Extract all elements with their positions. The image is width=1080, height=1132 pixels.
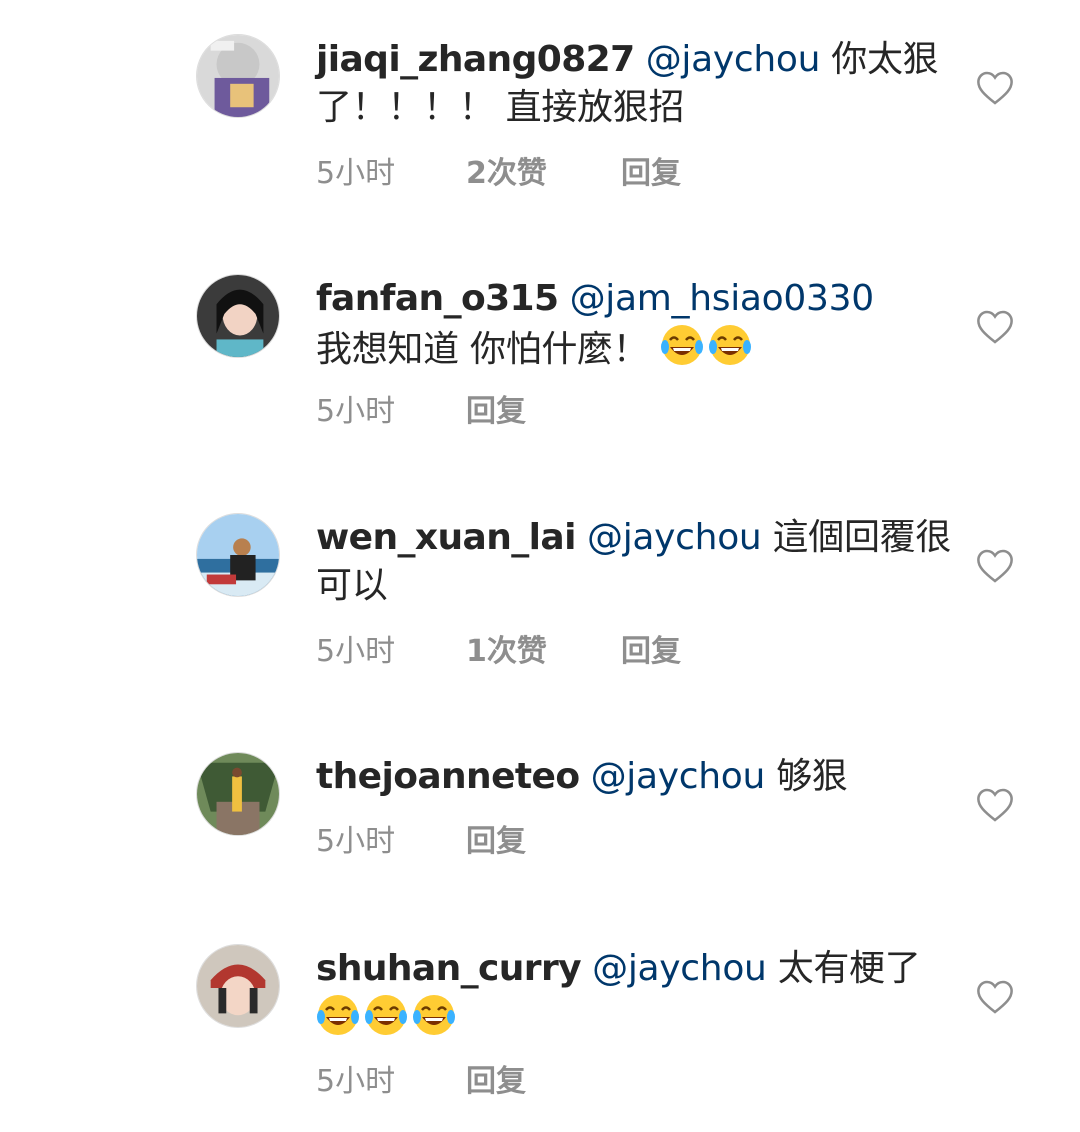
avatar[interactable] <box>196 944 280 1028</box>
avatar[interactable] <box>196 752 280 836</box>
comment-likes[interactable]: 2次赞 <box>466 154 621 194</box>
reply-button[interactable]: 回复 <box>466 1062 526 1102</box>
comment-meta: 5小时 回复 <box>316 392 526 432</box>
heart-outline-icon[interactable] <box>976 787 1014 823</box>
comment-body: thejoanneteo @jaychou 够狠 <box>316 753 956 801</box>
comment-body: jiaqi_zhang0827 @jaychou 你太狠了！！！！ 直接放狠招 <box>316 36 956 132</box>
heart-outline-icon[interactable] <box>976 548 1014 584</box>
comment-username[interactable]: wen_xuan_lai <box>316 517 576 558</box>
avatar[interactable] <box>196 513 280 597</box>
comment-text: 太有梗了 <box>766 948 921 989</box>
face-with-tears-of-joy-emoji <box>708 323 752 367</box>
avatar[interactable] <box>196 34 280 118</box>
heart-outline-icon[interactable] <box>976 70 1014 106</box>
heart-outline-icon[interactable] <box>976 309 1014 345</box>
avatar[interactable] <box>196 274 280 358</box>
comment-meta: 5小时 2次赞 回复 <box>316 154 681 194</box>
comment-body: fanfan_o315 @jam_hsiao0330 我想知道 你怕什麼！ <box>316 275 956 374</box>
reply-button[interactable]: 回复 <box>466 392 526 432</box>
comment-meta: 5小时 回复 <box>316 1062 526 1102</box>
reply-button[interactable]: 回复 <box>466 822 526 862</box>
comment-username[interactable]: thejoanneteo <box>316 756 580 797</box>
comment-mention[interactable]: @jam_hsiao0330 <box>570 278 875 319</box>
comment-time: 5小时 <box>316 634 396 669</box>
comment-mention[interactable]: @jaychou <box>587 517 762 558</box>
comment-time: 5小时 <box>316 824 396 859</box>
comment-meta: 5小时 1次赞 回复 <box>316 632 681 672</box>
comment-mention[interactable]: @jaychou <box>592 948 767 989</box>
comment-likes[interactable]: 1次赞 <box>466 632 621 672</box>
comment-username[interactable]: fanfan_o315 <box>316 278 559 319</box>
comment-text: 够狠 <box>765 756 848 797</box>
comment-mention[interactable]: @jaychou <box>591 756 766 797</box>
face-with-tears-of-joy-emoji <box>412 993 456 1037</box>
comment-text: 我想知道 你怕什麼！ <box>316 329 649 370</box>
heart-outline-icon[interactable] <box>976 979 1014 1015</box>
comment-time: 5小时 <box>316 1064 396 1099</box>
comment-mention[interactable]: @jaychou <box>646 39 821 80</box>
comment-username[interactable]: jiaqi_zhang0827 <box>316 39 635 80</box>
face-with-tears-of-joy-emoji <box>660 323 704 367</box>
reply-button[interactable]: 回复 <box>621 632 681 672</box>
comment-time: 5小时 <box>316 156 396 191</box>
comment-meta: 5小时 回复 <box>316 822 526 862</box>
comment-body: shuhan_curry @jaychou 太有梗了 <box>316 945 956 1044</box>
comment-time: 5小时 <box>316 394 396 429</box>
comment-body: wen_xuan_lai @jaychou 這個回覆很可以 <box>316 514 956 610</box>
comment-username[interactable]: shuhan_curry <box>316 948 582 989</box>
face-with-tears-of-joy-emoji <box>364 993 408 1037</box>
reply-button[interactable]: 回复 <box>621 154 681 194</box>
face-with-tears-of-joy-emoji <box>316 993 360 1037</box>
